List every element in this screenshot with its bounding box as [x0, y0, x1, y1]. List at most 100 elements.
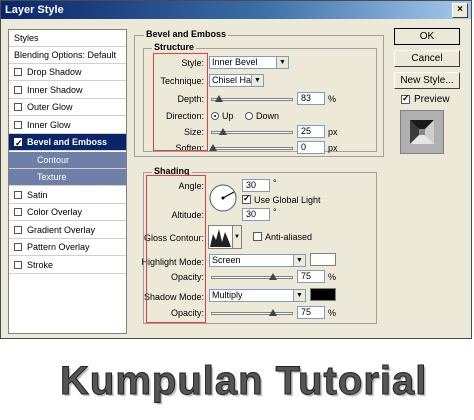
depth-unit: %: [328, 94, 337, 104]
direction-up-radio[interactable]: [211, 112, 219, 120]
style-select[interactable]: Inner Bevel ▼: [209, 56, 289, 69]
shadow-color-swatch[interactable]: [310, 288, 336, 301]
size-slider[interactable]: [211, 128, 293, 135]
anti-aliased-label: Anti-aliased: [265, 232, 313, 242]
direction-down-label: Down: [256, 111, 280, 121]
style-item-label: Color Overlay: [27, 207, 83, 217]
shadow-opacity-input[interactable]: 75: [297, 306, 325, 319]
title-bar[interactable]: Layer Style ×: [1, 1, 471, 19]
soften-slider-thumb[interactable]: [209, 144, 217, 151]
cancel-button[interactable]: Cancel: [394, 50, 460, 67]
close-button[interactable]: ×: [452, 3, 468, 18]
structure-title: Structure: [152, 42, 197, 52]
chevron-down-icon: ▼: [293, 255, 305, 266]
direction-down-radio[interactable]: [245, 112, 253, 120]
style-item-drop-shadow[interactable]: Drop Shadow: [9, 64, 126, 81]
chevron-down-icon: ▼: [232, 226, 241, 248]
size-input[interactable]: 25: [297, 125, 325, 138]
styles-header[interactable]: Styles: [9, 30, 126, 47]
style-item-bevel-and-emboss[interactable]: Bevel and Emboss: [9, 134, 126, 151]
shading-highlight-box: [146, 175, 206, 323]
altitude-unit: °: [273, 207, 277, 217]
styles-header-label: Styles: [14, 33, 39, 43]
style-select-value: Inner Bevel: [212, 57, 258, 67]
style-item-label: Contour: [37, 154, 70, 165]
style-item-checkbox[interactable]: [14, 135, 23, 151]
preview-thumbnail: [400, 110, 444, 154]
style-item-checkbox[interactable]: [14, 190, 22, 199]
depth-slider-thumb[interactable]: [215, 95, 224, 102]
style-item-inner-shadow[interactable]: Inner Shadow: [9, 82, 126, 99]
technique-select[interactable]: Chisel Hard ▼: [209, 74, 264, 87]
style-item-satin[interactable]: Satin: [9, 187, 126, 204]
size-slider-thumb[interactable]: [218, 128, 227, 135]
style-item-label: Drop Shadow: [27, 67, 82, 77]
style-item-label: Bevel and Emboss: [27, 137, 108, 147]
soften-slider[interactable]: [209, 144, 293, 151]
size-unit: px: [328, 127, 338, 137]
highlight-opacity-slider[interactable]: [211, 273, 293, 280]
bevel-emboss-title: Bevel and Emboss: [144, 29, 229, 39]
altitude-input[interactable]: 30: [242, 208, 270, 221]
style-item-checkbox[interactable]: [14, 103, 22, 111]
new-style-button[interactable]: New Style...: [394, 72, 460, 89]
chevron-down-icon: ▼: [293, 290, 305, 301]
blending-options-label: Blending Options: Default: [14, 50, 117, 60]
style-item-label: Texture: [37, 172, 67, 182]
preview-checkbox[interactable]: [401, 93, 410, 104]
window-title: Layer Style: [5, 4, 64, 16]
highlight-color-swatch[interactable]: [310, 253, 336, 266]
footer-title: Kumpulan Tutorial: [59, 359, 428, 404]
direction-up-label: Up: [222, 111, 234, 121]
style-item-checkbox[interactable]: [14, 68, 22, 76]
style-item-stroke[interactable]: Stroke: [9, 257, 126, 274]
style-item-outer-glow[interactable]: Outer Glow: [9, 99, 126, 116]
angle-dial-icon: [209, 184, 237, 212]
bevel-preview-icon: [410, 120, 434, 144]
preview-label: Preview: [414, 94, 450, 105]
highlight-opacity-unit: %: [328, 272, 337, 282]
style-item-label: Outer Glow: [27, 102, 73, 112]
shadow-mode-value: Multiply: [212, 290, 243, 300]
style-item-checkbox[interactable]: [14, 225, 22, 234]
highlight-mode-select[interactable]: Screen ▼: [209, 254, 306, 267]
styles-list: Styles Blending Options: Default Drop Sh…: [8, 29, 127, 334]
style-item-contour[interactable]: Contour: [9, 151, 126, 169]
gloss-contour-picker[interactable]: ▼: [208, 225, 242, 249]
style-item-pattern-overlay[interactable]: Pattern Overlay: [9, 239, 126, 256]
style-item-label: Inner Shadow: [27, 84, 83, 95]
shadow-opacity-thumb[interactable]: [269, 309, 277, 316]
style-item-color-overlay[interactable]: Color Overlay: [9, 204, 126, 221]
style-item-checkbox[interactable]: [14, 120, 22, 129]
highlight-opacity-input[interactable]: 75: [297, 270, 325, 283]
angle-input[interactable]: 30: [242, 179, 270, 192]
style-item-texture[interactable]: Texture: [9, 169, 126, 186]
layer-style-dialog: Layer Style × Styles Blending Options: D…: [0, 0, 472, 339]
style-item-checkbox[interactable]: [14, 243, 22, 251]
style-item-checkbox[interactable]: [14, 85, 22, 94]
style-item-label: Inner Glow: [27, 119, 71, 130]
shadow-opacity-slider[interactable]: [211, 309, 293, 316]
soften-unit: px: [328, 143, 338, 153]
style-item-label: Satin: [27, 189, 48, 200]
structure-highlight-box: [153, 53, 208, 151]
use-global-light-checkbox[interactable]: [242, 193, 251, 204]
shadow-opacity-unit: %: [328, 308, 337, 318]
chevron-down-icon: ▼: [251, 75, 263, 86]
angle-dial[interactable]: [208, 183, 238, 213]
angle-unit: °: [273, 178, 277, 188]
style-item-label: Pattern Overlay: [27, 242, 90, 252]
style-item-checkbox[interactable]: [14, 260, 22, 269]
soften-input[interactable]: 0: [297, 141, 325, 154]
style-item-gradient-overlay[interactable]: Gradient Overlay: [9, 222, 126, 239]
style-item-checkbox[interactable]: [14, 208, 22, 216]
blending-options[interactable]: Blending Options: Default: [9, 47, 126, 64]
style-item-inner-glow[interactable]: Inner Glow: [9, 117, 126, 134]
ok-button[interactable]: OK: [394, 28, 460, 45]
anti-aliased-checkbox[interactable]: [253, 232, 262, 241]
shadow-mode-select[interactable]: Multiply ▼: [209, 289, 306, 302]
depth-input[interactable]: 83: [297, 92, 325, 105]
depth-slider[interactable]: [211, 95, 293, 102]
highlight-opacity-thumb[interactable]: [269, 273, 277, 280]
chevron-down-icon: ▼: [276, 57, 288, 68]
